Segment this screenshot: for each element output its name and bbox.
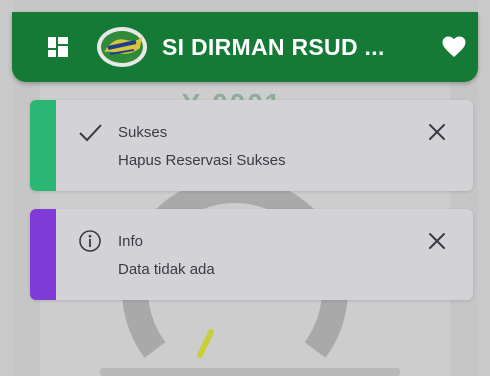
close-icon[interactable] bbox=[426, 121, 448, 143]
queue-info-text bbox=[100, 368, 400, 376]
toast-title: Info bbox=[118, 233, 144, 250]
toast-info: Info Data tidak ada bbox=[30, 209, 473, 300]
hospital-logo bbox=[97, 27, 147, 67]
device-frame-right bbox=[478, 0, 490, 376]
toast-success: Sukses Hapus Reservasi Sukses bbox=[30, 100, 473, 191]
toast-message: Hapus Reservasi Sukses bbox=[118, 152, 286, 169]
close-icon[interactable] bbox=[426, 230, 448, 252]
app-title: SI DIRMAN RSUD ... bbox=[162, 34, 385, 60]
toast-message: Data tidak ada bbox=[118, 261, 215, 278]
check-icon bbox=[79, 124, 102, 142]
dashboard-grid-icon[interactable] bbox=[48, 37, 68, 57]
heart-icon[interactable] bbox=[442, 36, 466, 58]
toast-accent-stripe bbox=[30, 100, 56, 191]
info-icon bbox=[79, 230, 101, 252]
app-header: SI DIRMAN RSUD ... bbox=[12, 12, 478, 82]
toast-accent-stripe bbox=[30, 209, 56, 300]
toast-title: Sukses bbox=[118, 124, 168, 141]
gauge-fill bbox=[197, 329, 214, 358]
